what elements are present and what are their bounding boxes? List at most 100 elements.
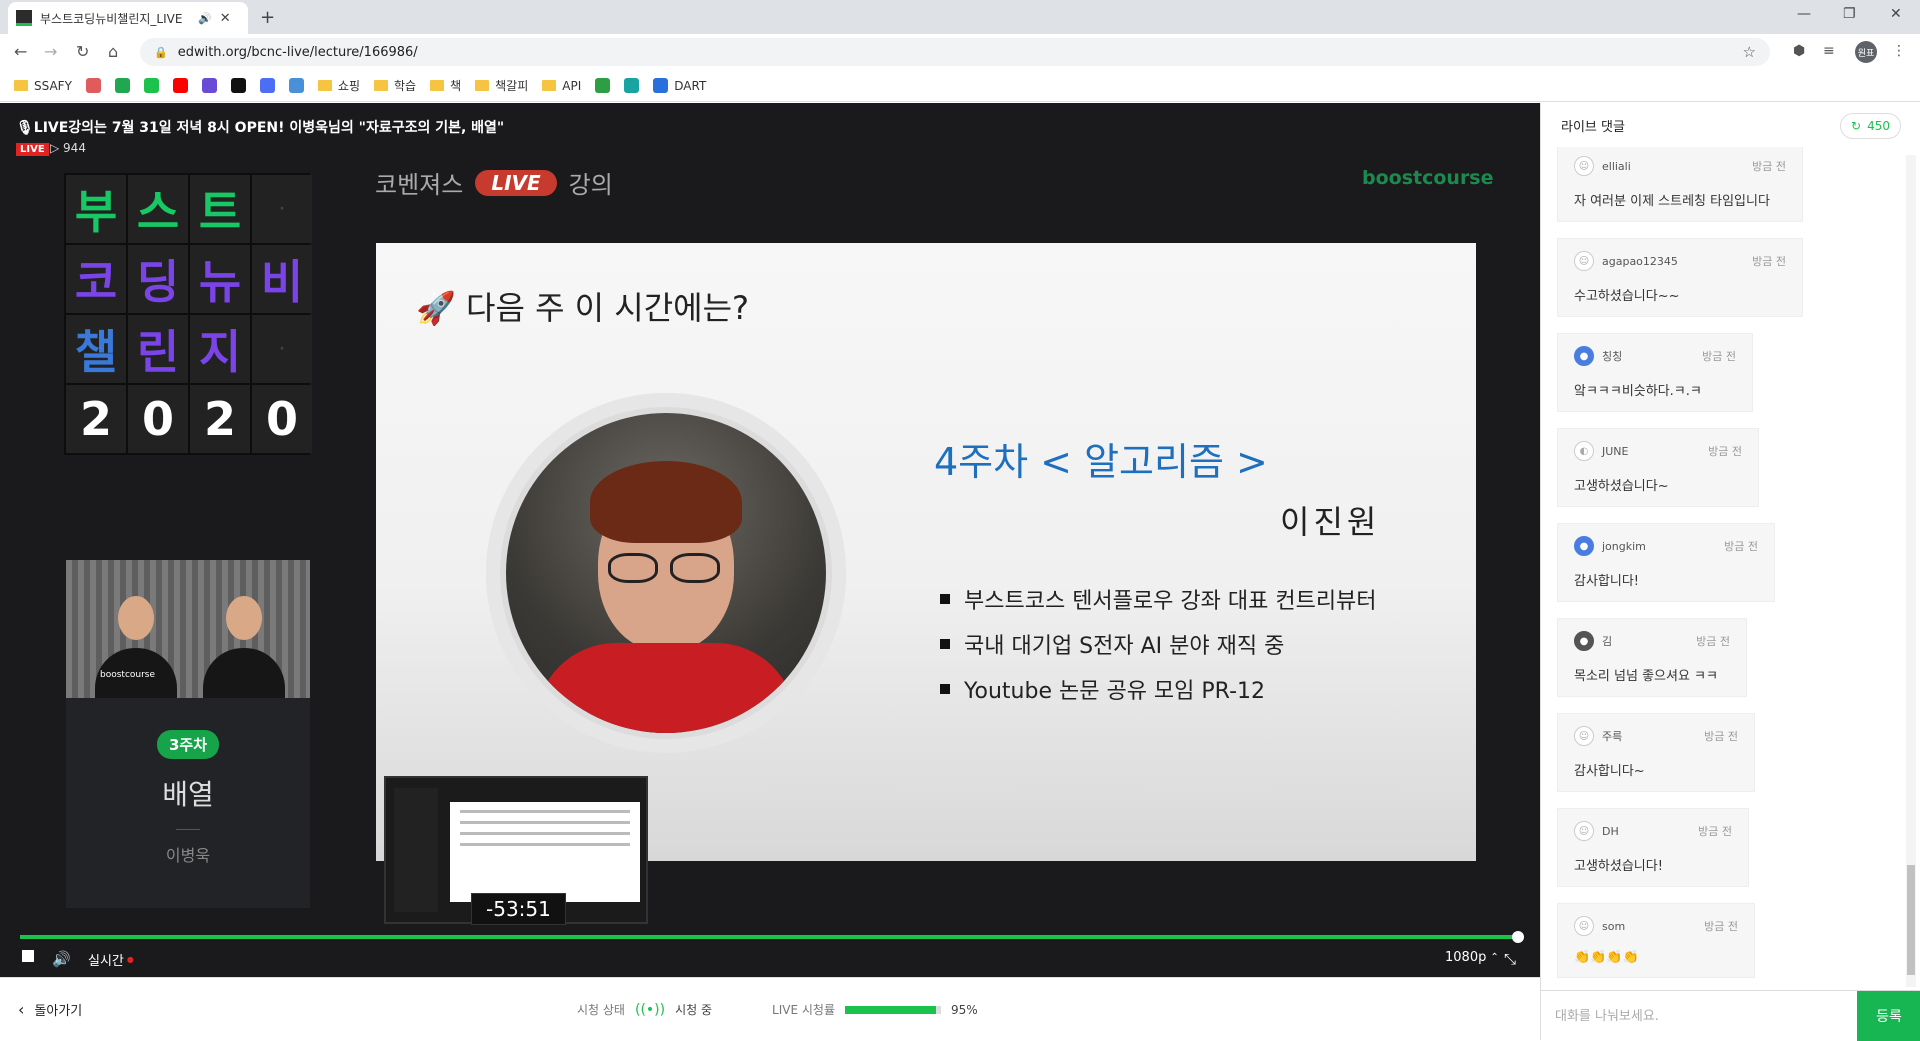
- chat-message[interactable]: ◐ JUNE 방금 전 고생하셨습니다~: [1557, 428, 1759, 507]
- bookmark-pencil-icon[interactable]: [85, 78, 101, 93]
- bookmark-green-app-icon[interactable]: [114, 78, 130, 93]
- bookmark-책갈피[interactable]: 책갈피: [475, 77, 528, 94]
- bookmark-x-app-icon[interactable]: [230, 78, 246, 93]
- chat-time: 방금 전: [1704, 920, 1738, 933]
- chat-refresh-button[interactable]: ↻ 450: [1840, 113, 1901, 139]
- minimize-icon[interactable]: —: [1797, 6, 1811, 22]
- chat-time: 방금 전: [1696, 635, 1730, 648]
- bookmark-api[interactable]: API: [542, 79, 581, 93]
- quality-selector[interactable]: 1080p ⌃: [1445, 950, 1499, 965]
- home-icon[interactable]: ⌂: [108, 42, 118, 61]
- bookmark-label: DART: [674, 78, 707, 93]
- green-leaf-icon: [595, 78, 611, 93]
- url-text[interactable]: edwith.org/bcnc-live/lecture/166986/: [178, 45, 418, 60]
- stop-button[interactable]: [22, 950, 34, 962]
- folder-icon: [14, 80, 28, 91]
- chat-message[interactable]: ☺ 주륵 방금 전 감사합니다~: [1557, 713, 1755, 792]
- refresh-app-icon: [624, 78, 640, 93]
- video-player[interactable]: 부 스 트 · 코 딩 뉴 비 챌 린 지 · 2 0 2 0 boostcourse 3주차 배열 이병욱 …: [0, 103, 1540, 977]
- board-letter: ·: [252, 175, 312, 243]
- chat-username: elliali: [1602, 159, 1631, 173]
- chat-scrollbar[interactable]: [1906, 155, 1916, 987]
- bookmark-purple-app-icon[interactable]: [201, 78, 217, 93]
- instructor-photo: [506, 413, 826, 733]
- forward-icon[interactable]: →: [44, 42, 57, 61]
- bookmark-ssafy[interactable]: SSAFY: [14, 79, 72, 93]
- address-bar[interactable]: 🔒 edwith.org/bcnc-live/lecture/166986/ ☆: [140, 38, 1770, 66]
- stop-icon[interactable]: [22, 950, 34, 962]
- back-label[interactable]: 돌아가기: [34, 1000, 82, 1019]
- folder-icon: [475, 80, 490, 91]
- chevron-up-icon[interactable]: ⌃: [1490, 952, 1498, 963]
- pencil-icon: [85, 78, 101, 93]
- fullscreen-icon[interactable]: ⤡: [1504, 950, 1516, 968]
- chat-message-list[interactable]: ☺ elliali 방금 전자 여러분 이제 스트레칭 타임입니다 ☺ agapao12…: [1557, 147, 1897, 987]
- bookmark-dart[interactable]: DART: [653, 78, 706, 93]
- chat-message[interactable]: ☺ elliali 방금 전자 여러분 이제 스트레칭 타임입니다: [1557, 147, 1803, 222]
- profile-avatar[interactable]: 원표: [1855, 41, 1877, 63]
- chat-text: 수고하셨습니다~~: [1574, 289, 1680, 304]
- chat-message[interactable]: ● 칭칭 방금 전 앜ㅋㅋㅋ비슷하다.ㅋ.ㅋ: [1557, 333, 1753, 412]
- live-dot-icon: ●: [126, 955, 134, 964]
- chat-text: 감사합니다~: [1574, 764, 1645, 779]
- close-tab-icon[interactable]: ✕: [220, 11, 231, 26]
- chevron-left-icon[interactable]: ‹: [18, 1000, 24, 1019]
- chat-message[interactable]: ☺ DH 방금 전 고생하셨습니다!: [1557, 808, 1749, 887]
- refresh-icon[interactable]: ↻: [1851, 119, 1861, 133]
- chat-input[interactable]: [1555, 1003, 1775, 1029]
- viewer-count: ▷ 944: [50, 141, 86, 155]
- progress-knob[interactable]: [1512, 931, 1524, 943]
- week-card: 3주차 배열 이병욱: [66, 698, 310, 908]
- back-button[interactable]: ‹ 돌아가기: [18, 1000, 82, 1019]
- bookmark-blue-app-icon[interactable]: [259, 78, 275, 93]
- volume-icon[interactable]: 🔊: [52, 950, 71, 968]
- realtime-indicator[interactable]: 실시간 ●: [88, 950, 134, 969]
- live-rate-fill: [844, 1005, 937, 1014]
- bookmark-youtube-icon[interactable]: [172, 78, 188, 93]
- folder-icon: [430, 80, 445, 91]
- quality-label[interactable]: 1080p: [1445, 950, 1486, 965]
- media-control-icon[interactable]: ≡: [1823, 43, 1835, 59]
- bookmark-책[interactable]: 책: [430, 77, 461, 94]
- challenge-title-board: 부 스 트 · 코 딩 뉴 비 챌 린 지 · 2 0 2 0: [64, 173, 312, 455]
- chat-message[interactable]: ● 김 방금 전 목소리 넘넘 좋으셔요 ㅋㅋ: [1557, 618, 1747, 697]
- browser-tab[interactable]: 부스트코딩뉴비챌린지_LIVE 🔊 ✕: [8, 2, 248, 34]
- extensions-icon[interactable]: ⬢: [1793, 43, 1805, 59]
- header-left: 코벤져스: [375, 171, 464, 199]
- chat-text: 감사합니다!: [1574, 574, 1640, 589]
- bookmark-쇼핑[interactable]: 쇼핑: [317, 77, 360, 94]
- new-tab-icon[interactable]: +: [260, 7, 275, 28]
- chat-text: 고생하셨습니다~: [1574, 479, 1669, 494]
- bio-item: 부스트코스 텐서플로우 강좌 대표 컨트리뷰터: [940, 583, 1377, 615]
- back-icon[interactable]: ←: [14, 42, 27, 61]
- audio-playing-icon[interactable]: 🔊: [198, 12, 212, 25]
- board-letter: 0: [252, 385, 312, 453]
- bookmark-star-icon[interactable]: ☆: [1743, 43, 1756, 61]
- lock-icon[interactable]: 🔒: [154, 46, 168, 59]
- restore-icon[interactable]: ❐: [1843, 6, 1856, 22]
- bookmarks-bar: SSAFY 쇼핑 학습 책 책갈피 API DART: [0, 70, 1920, 102]
- scrollbar-thumb[interactable]: [1907, 865, 1915, 975]
- x-app-icon: [230, 78, 246, 93]
- bookmark-doc-icon[interactable]: [288, 78, 304, 93]
- week-teacher: 이병욱: [165, 846, 211, 865]
- progress-bar[interactable]: [20, 931, 1524, 943]
- bookmark-chevron-icon[interactable]: [143, 78, 159, 93]
- chat-message[interactable]: ☺ agapao12345 방금 전 수고하셨습니다~~: [1557, 238, 1803, 317]
- chat-time: 방금 전: [1698, 825, 1732, 838]
- window-close-icon[interactable]: ✕: [1890, 6, 1902, 22]
- menu-icon[interactable]: ⋮: [1892, 43, 1906, 59]
- chat-message[interactable]: ☺ som 방금 전 👏👏👏👏: [1557, 903, 1755, 978]
- browser-tabstrip: 부스트코딩뉴비챌린지_LIVE 🔊 ✕ + — ❐ ✕: [0, 0, 1920, 34]
- chat-count: 450: [1867, 119, 1890, 133]
- chat-username: som: [1602, 919, 1626, 933]
- bookmark-green-leaf-icon[interactable]: [595, 78, 611, 93]
- reload-icon[interactable]: ↻: [76, 42, 89, 61]
- bookmark-학습[interactable]: 학습: [374, 77, 416, 94]
- chat-message[interactable]: ● jongkim 방금 전 감사합니다!: [1557, 523, 1775, 602]
- bookmark-refresh-app-icon[interactable]: [624, 78, 640, 93]
- chat-username: DH: [1602, 824, 1619, 838]
- board-letter: 0: [128, 385, 188, 453]
- browser-toolbar: ← → ↻ ⌂ 🔒 edwith.org/bcnc-live/lecture/1…: [0, 34, 1920, 70]
- send-button[interactable]: 등록: [1857, 991, 1920, 1041]
